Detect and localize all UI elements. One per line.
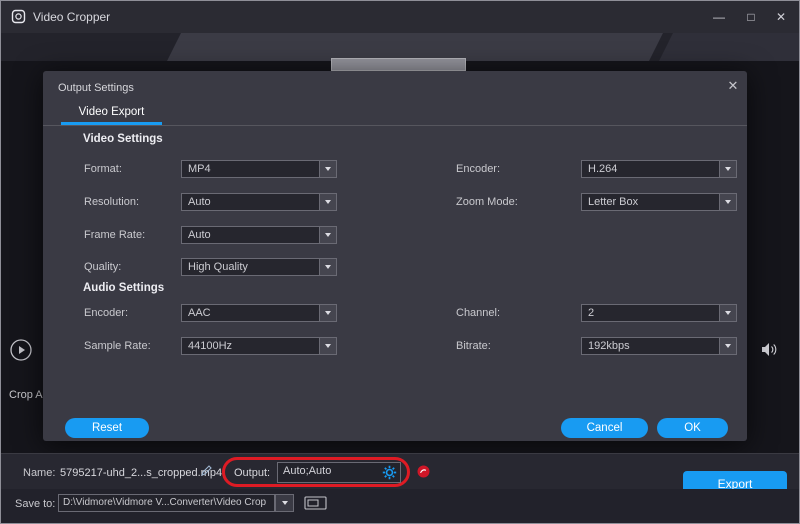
bitrate-label: Bitrate: [456, 337, 491, 355]
output-profile-value: Auto;Auto [283, 465, 331, 477]
resolution-select[interactable]: Auto [181, 193, 337, 211]
chevron-down-icon [719, 161, 736, 177]
dialog-title: Output Settings [58, 79, 134, 97]
titlebar: Video Cropper — □ ✕ [1, 1, 799, 33]
output-profile-field[interactable]: Auto;Auto [277, 462, 401, 483]
zoom-mode-select[interactable]: Letter Box [581, 193, 737, 211]
crop-area-label: Crop A [9, 389, 43, 401]
save-to-label: Save to: [15, 498, 55, 510]
chevron-down-icon [319, 194, 336, 210]
edit-pencil-icon[interactable] [200, 464, 213, 482]
tab-separator [43, 125, 747, 126]
frame-rate-value: Auto [188, 227, 211, 243]
video-cropper-window: Video Cropper — □ ✕ Original: 2160x4096 … [0, 0, 800, 524]
sample-rate-value: 44100Hz [188, 338, 232, 354]
encoder-select[interactable]: H.264 [581, 160, 737, 178]
browse-folder-icon[interactable] [304, 495, 328, 516]
close-button[interactable]: ✕ [769, 7, 793, 27]
quality-value: High Quality [188, 259, 248, 275]
chevron-down-icon [719, 338, 736, 354]
chevron-down-icon [719, 305, 736, 321]
bitrate-select[interactable]: 192kbps [581, 337, 737, 355]
output-settings-dialog: Output Settings ✕ Video Export Video Set… [43, 71, 747, 441]
frame-rate-select[interactable]: Auto [181, 226, 337, 244]
infobar: Original: 2160x4096 Change Source File 5… [1, 33, 799, 61]
chevron-down-icon [319, 161, 336, 177]
format-value: MP4 [188, 161, 211, 177]
gear-icon[interactable] [382, 465, 397, 485]
speaker-icon[interactable] [761, 342, 779, 362]
channel-value: 2 [588, 305, 594, 321]
encoder-value: H.264 [588, 161, 617, 177]
reset-button[interactable]: Reset [65, 418, 149, 438]
dialog-close-icon[interactable]: ✕ [725, 78, 741, 94]
play-button[interactable] [10, 339, 32, 366]
audio-settings-heading: Audio Settings [83, 282, 164, 294]
quality-label: Quality: [84, 258, 121, 276]
chevron-down-icon [719, 194, 736, 210]
chevron-down-icon [319, 259, 336, 275]
ok-button[interactable]: OK [657, 418, 728, 438]
zoom-mode-value: Letter Box [588, 194, 638, 210]
infobar-middle-segment [167, 33, 663, 61]
audio-encoder-value: AAC [188, 305, 211, 321]
sample-rate-select[interactable]: 44100Hz [181, 337, 337, 355]
minimize-button[interactable]: — [707, 7, 731, 27]
quality-select[interactable]: High Quality [181, 258, 337, 276]
encoder-label: Encoder: [456, 160, 500, 178]
chevron-down-icon [319, 227, 336, 243]
name-label: Name: [23, 467, 55, 479]
red-badge-icon[interactable] [417, 465, 430, 483]
chevron-down-icon [319, 305, 336, 321]
zoom-mode-label: Zoom Mode: [456, 193, 518, 211]
format-select[interactable]: MP4 [181, 160, 337, 178]
resolution-label: Resolution: [84, 193, 139, 211]
video-settings-heading: Video Settings [83, 133, 163, 145]
output-profile-label: Output: [234, 467, 270, 479]
audio-encoder-select[interactable]: AAC [181, 304, 337, 322]
channel-label: Channel: [456, 304, 500, 322]
clipped-tooltip [331, 58, 466, 71]
save-to-path-value: D:\Vidmore\Vidmore V...Converter\Video C… [63, 497, 266, 508]
tab-video-export[interactable]: Video Export [61, 103, 162, 125]
chevron-down-icon [319, 338, 336, 354]
window-title: Video Cropper [33, 10, 110, 24]
bitrate-value: 192kbps [588, 338, 630, 354]
sample-rate-label: Sample Rate: [84, 337, 151, 355]
save-to-dropdown-arrow[interactable] [275, 494, 294, 512]
output-name-value: 5795217-uhd_2...s_cropped.mp4 [60, 467, 222, 479]
format-label: Format: [84, 160, 122, 178]
frame-rate-label: Frame Rate: [84, 226, 145, 244]
audio-encoder-label: Encoder: [84, 304, 128, 322]
app-logo-icon [11, 9, 26, 29]
channel-select[interactable]: 2 [581, 304, 737, 322]
resolution-value: Auto [188, 194, 211, 210]
save-to-path-select[interactable]: D:\Vidmore\Vidmore V...Converter\Video C… [58, 494, 275, 512]
infobar-right-segment [659, 33, 800, 61]
cancel-button[interactable]: Cancel [561, 418, 648, 438]
maximize-button[interactable]: □ [739, 7, 763, 27]
